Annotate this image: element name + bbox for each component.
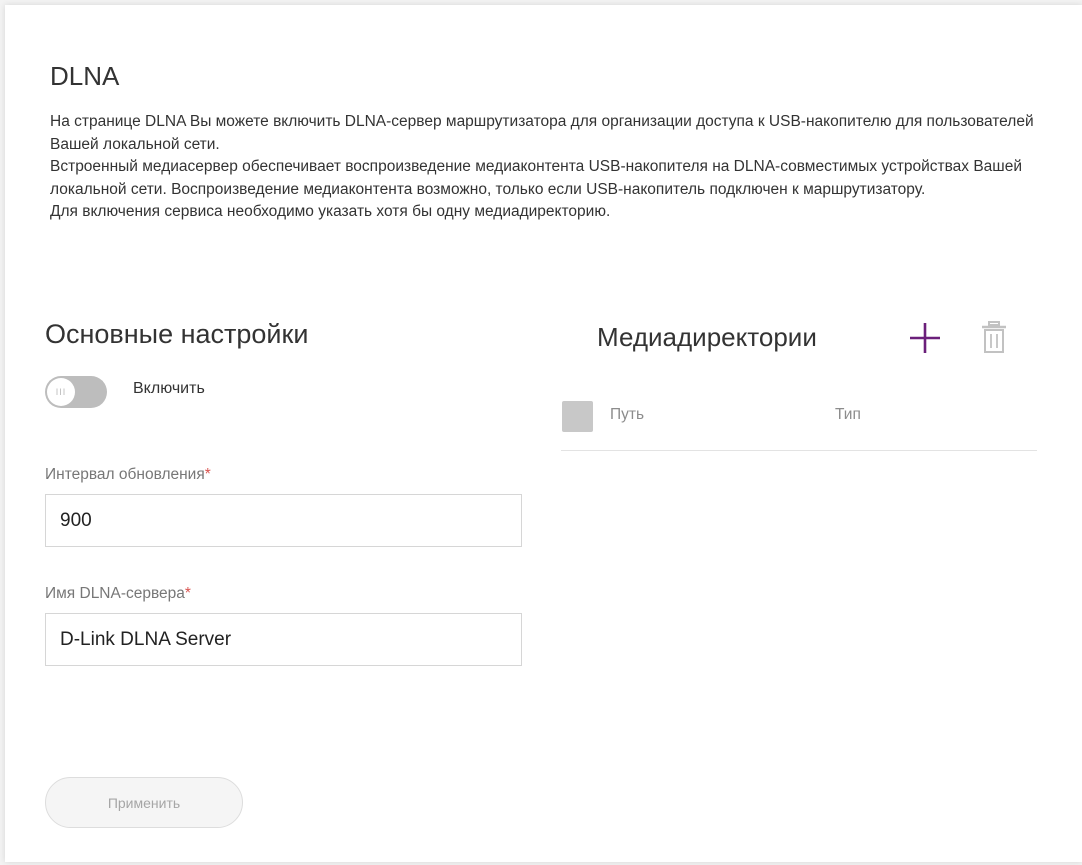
server-name-label: Имя DLNA-сервера*	[45, 585, 191, 603]
update-interval-label: Интервал обновления*	[45, 466, 211, 484]
server-name-label-text: Имя DLNA-сервера	[45, 585, 185, 602]
page-title: DLNA	[50, 61, 120, 91]
description-paragraph: На странице DLNA Вы можете включить DLNA…	[50, 113, 1034, 153]
column-header-type: Тип	[835, 406, 861, 423]
required-mark: *	[184, 585, 191, 602]
basic-settings-title: Основные настройки	[45, 319, 309, 349]
enable-toggle-label: Включить	[133, 380, 205, 397]
select-all-checkbox[interactable]	[562, 401, 593, 432]
description-paragraph: Встроенный медиасервер обеспечивает восп…	[50, 158, 1023, 198]
page-description: На странице DLNA Вы можете включить DLNA…	[50, 111, 1040, 224]
column-header-path: Путь	[610, 406, 645, 423]
media-dirs-table-header: Путь Тип	[561, 400, 1037, 451]
update-interval-label-text: Интервал обновления	[45, 466, 205, 483]
page: DLNA На странице DLNA Вы можете включить…	[0, 0, 1082, 865]
update-interval-input[interactable]	[45, 494, 522, 547]
toggle-knob: III	[47, 378, 75, 406]
trash-icon[interactable]	[979, 320, 1009, 356]
plus-icon[interactable]	[905, 318, 945, 358]
toggle-knob-grip-icon: III	[55, 387, 67, 397]
required-mark: *	[204, 466, 211, 483]
server-name-input[interactable]	[45, 613, 522, 666]
enable-toggle[interactable]: III	[45, 376, 107, 408]
media-dirs-title: Медиадиректории	[597, 322, 817, 352]
apply-button[interactable]: Применить	[45, 777, 243, 828]
description-paragraph: Для включения сервиса необходимо указать…	[50, 203, 611, 220]
